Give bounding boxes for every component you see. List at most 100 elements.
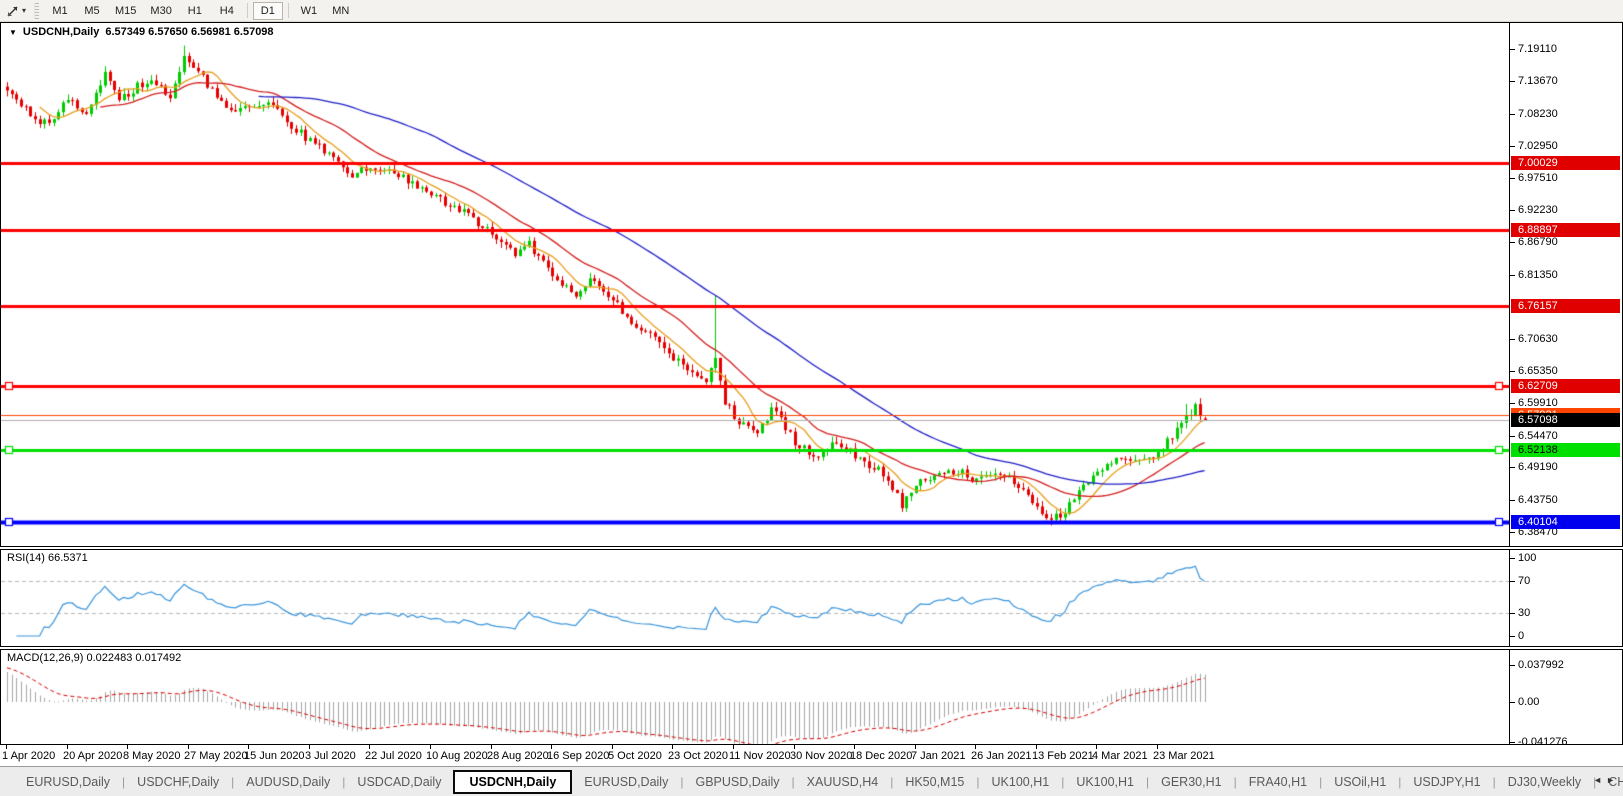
collapse-icon[interactable]: ▼: [9, 28, 17, 37]
date-label-7-jan-2021: 7 Jan 2021: [911, 750, 965, 762]
timeframe-button-h4[interactable]: H4: [212, 2, 242, 20]
top-toolbar: ▾ M1M5M15M30H1H4 D1 W1MN: [0, 0, 1623, 22]
date-label-3-jul-2020: 3 Jul 2020: [305, 750, 356, 762]
tab-uk100-h1[interactable]: UK100,H1: [980, 772, 1062, 792]
tab-eurusd-daily[interactable]: EURUSD,Daily: [14, 772, 122, 792]
date-tick-mark: [733, 745, 734, 749]
tab-scroll-right-icon[interactable]: ►: [1606, 775, 1619, 785]
date-tick-mark: [127, 745, 128, 749]
timeframe-button-m30[interactable]: M30: [144, 2, 177, 20]
date-label-30-nov-2020: 30 Nov 2020: [790, 750, 852, 762]
timeframe-button-group: M1M5M15M30H1H4 D1 W1MN: [44, 2, 357, 20]
tab-hk50-m15[interactable]: HK50,M15: [893, 772, 976, 792]
price-tick: 6.43750: [1518, 493, 1558, 507]
level-label-6-52138: 6.52138: [1511, 443, 1620, 457]
date-tick-mark: [915, 745, 916, 749]
macd-canvas[interactable]: [1, 650, 1509, 744]
tab-gbpusd-daily[interactable]: GBPUSD,Daily: [683, 772, 791, 792]
chart-tab-bar: EURUSD,Daily|USDCHF,Daily|AUDUSD,Daily|U…: [0, 766, 1623, 796]
macd-tick: 0.037992: [1518, 658, 1564, 672]
tab-usdcnh-daily[interactable]: USDCNH,Daily: [453, 770, 572, 794]
date-label-20-apr-2020: 20 Apr 2020: [63, 750, 122, 762]
timeframe-button-w1[interactable]: W1: [294, 2, 324, 20]
timeframe-button-m15[interactable]: M15: [109, 2, 142, 20]
price-tick: 7.13670: [1518, 74, 1558, 88]
timeframe-button-m5[interactable]: M5: [77, 2, 107, 20]
tab-usdchf-daily[interactable]: USDCHF,Daily: [125, 772, 231, 792]
rsi-indicator-label: RSI(14) 66.5371: [7, 552, 88, 564]
current-price-label: 6.57098: [1511, 413, 1620, 427]
level-label-6-88897: 6.88897: [1511, 223, 1620, 237]
date-label-23-oct-2020: 23 Oct 2020: [668, 750, 728, 762]
level-label-6-76157: 6.76157: [1511, 299, 1620, 313]
price-tick: 7.08230: [1518, 107, 1558, 121]
date-tick-mark: [1157, 745, 1158, 749]
chart-title-symbol: USDCNH,Daily: [23, 26, 99, 38]
tab-usoil-h1[interactable]: USOil,H1: [1322, 772, 1398, 792]
cursor-tool-icon[interactable]: ▾: [0, 1, 32, 21]
level-label-6-40104: 6.40104: [1511, 515, 1620, 529]
date-label-13-feb-2021: 13 Feb 2021: [1032, 750, 1094, 762]
tab-xauusd-h4[interactable]: XAUUSD,H4: [795, 772, 891, 792]
date-tick-mark: [369, 745, 370, 749]
macd-panel: MACD(12,26,9) 0.022483 0.017492 0.037992…: [0, 649, 1623, 745]
date-label-22-jul-2020: 22 Jul 2020: [365, 750, 422, 762]
tab-usdcad-daily[interactable]: USDCAD,Daily: [345, 772, 453, 792]
tab-eurusd-daily[interactable]: EURUSD,Daily: [572, 772, 680, 792]
date-tick-mark: [309, 745, 310, 749]
chevron-down-icon[interactable]: ▾: [22, 6, 26, 15]
rsi-panel: RSI(14) 66.5371 10070300: [0, 549, 1623, 647]
date-tick-mark: [551, 745, 552, 749]
date-label-11-nov-2020: 11 Nov 2020: [729, 750, 791, 762]
date-label-8-may-2020: 8 May 2020: [123, 750, 180, 762]
rsi-tick: 0: [1518, 629, 1524, 643]
price-tick: 6.81350: [1518, 268, 1558, 282]
crosshair-cursor-icon: [6, 4, 20, 18]
price-tick: 6.70630: [1518, 332, 1558, 346]
tab-ger30-h1[interactable]: GER30,H1: [1149, 772, 1233, 792]
price-axis[interactable]: 7.191107.136707.082307.029506.975106.922…: [1509, 23, 1622, 546]
timeframe-button-h1[interactable]: H1: [180, 2, 210, 20]
tab-scroll-left-icon[interactable]: ◄: [1593, 775, 1606, 785]
timeframe-button-mn[interactable]: MN: [326, 2, 356, 20]
tab-uk100-h1[interactable]: UK100,H1: [1064, 772, 1146, 792]
date-axis[interactable]: 1 Apr 202020 Apr 20208 May 202027 May 20…: [0, 745, 1623, 766]
timeframe-button-d1[interactable]: D1: [253, 2, 283, 20]
toolbar-separator: [288, 3, 289, 18]
toolbar-separator: [247, 3, 248, 18]
rsi-canvas[interactable]: [1, 550, 1509, 646]
date-label-4-mar-2021: 4 Mar 2021: [1092, 750, 1148, 762]
price-tick: 6.65350: [1518, 364, 1558, 378]
chart-title: ▼ USDCNH,Daily 6.57349 6.57650 6.56981 6…: [9, 26, 274, 38]
macd-tick: -0.041276: [1518, 735, 1568, 744]
date-label-23-mar-2021: 23 Mar 2021: [1153, 750, 1215, 762]
tab-dj30-weekly[interactable]: DJ30,Weekly: [1496, 772, 1593, 792]
macd-axis: 0.037992 0.00 -0.041276: [1509, 650, 1622, 744]
price-tick: 6.92230: [1518, 203, 1558, 217]
date-tick-mark: [1036, 745, 1037, 749]
tab-fra40-h1[interactable]: FRA40,H1: [1237, 772, 1319, 792]
date-tick-mark: [854, 745, 855, 749]
rsi-axis: 10070300: [1509, 550, 1622, 646]
price-tick: 6.49190: [1518, 460, 1558, 474]
main-chart-panel: ▼ USDCNH,Daily 6.57349 6.57650 6.56981 6…: [0, 22, 1623, 547]
date-label-5-oct-2020: 5 Oct 2020: [608, 750, 662, 762]
macd-tick: 0.00: [1518, 695, 1539, 709]
toolbar-grip[interactable]: [34, 3, 39, 19]
date-label-18-dec-2020: 18 Dec 2020: [850, 750, 912, 762]
date-tick-mark: [188, 745, 189, 749]
date-label-15-jun-2020: 15 Jun 2020: [244, 750, 305, 762]
timeframe-button-m1[interactable]: M1: [45, 2, 75, 20]
date-tick-mark: [491, 745, 492, 749]
main-chart-canvas[interactable]: [1, 23, 1509, 546]
tab-scroll-buttons[interactable]: ◄►: [1593, 775, 1619, 785]
tab-usdjpy-h1[interactable]: USDJPY,H1: [1401, 772, 1492, 792]
tab-audusd-daily[interactable]: AUDUSD,Daily: [234, 772, 342, 792]
rsi-tick: 100: [1518, 551, 1536, 565]
date-tick-mark: [6, 745, 7, 749]
price-tick: 6.54470: [1518, 429, 1558, 443]
chart-title-ohlc: 6.57349 6.57650 6.56981 6.57098: [105, 26, 273, 38]
price-tick: 7.19110: [1518, 42, 1557, 56]
date-label-27-may-2020: 27 May 2020: [184, 750, 248, 762]
date-label-28-aug-2020: 28 Aug 2020: [487, 750, 549, 762]
